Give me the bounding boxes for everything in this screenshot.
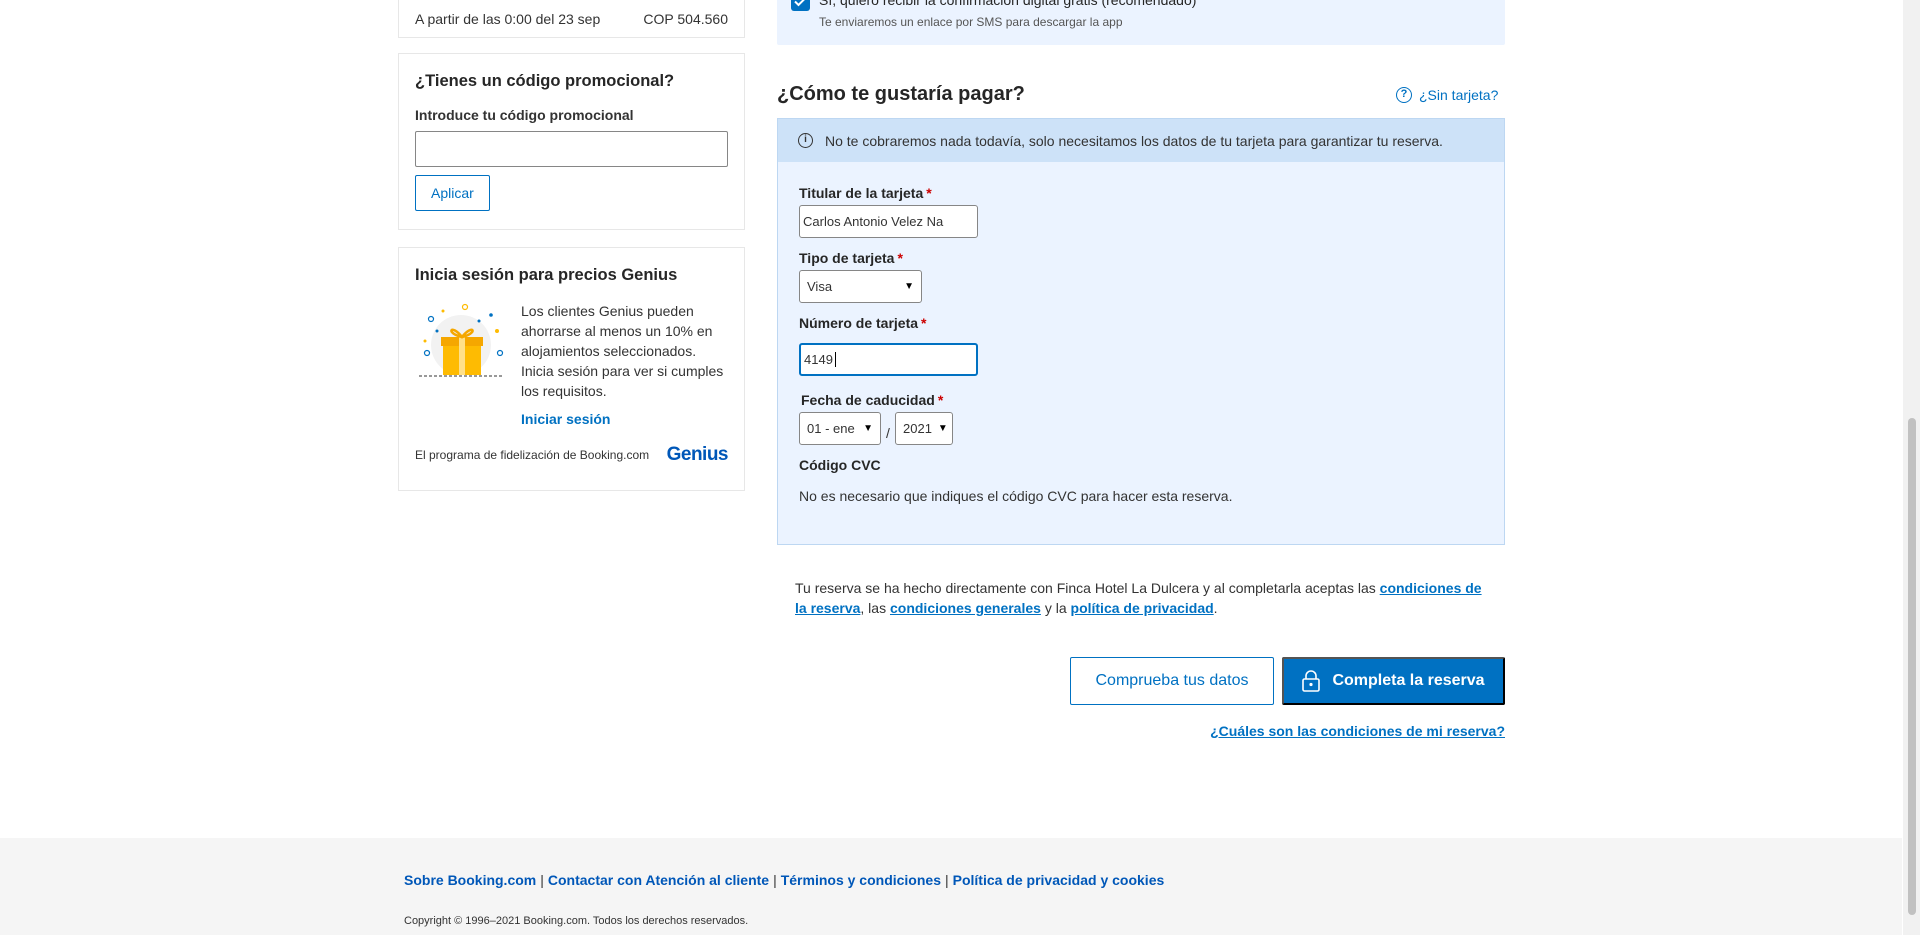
price-value: COP 504.560 [643, 10, 728, 27]
expiry-year-select[interactable]: 2021 ▼ [895, 412, 953, 445]
promo-title: ¿Tienes un código promocional? [415, 72, 675, 90]
genius-logo: Genius [666, 444, 729, 465]
scrollbar-thumb[interactable] [1908, 418, 1916, 915]
footer-link-contact[interactable]: Contactar con Atención al cliente [548, 872, 769, 888]
confirmation-panel: Sí, quiero recibir la confirmación digit… [777, 0, 1505, 45]
checkmark-icon [794, 0, 805, 7]
card-type-label: Tipo de tarjeta * [799, 250, 903, 266]
genius-program-text: El programa de fidelización de Booking.c… [415, 448, 650, 462]
card-holder-value: Carlos Antonio Velez Na [803, 214, 944, 229]
gift-icon [415, 301, 507, 381]
check-details-button[interactable]: Comprueba tus datos [1070, 657, 1274, 705]
complete-booking-label: Completa la reserva [1332, 672, 1485, 689]
payment-title: ¿Cómo te gustaría pagar? [777, 83, 1025, 105]
chevron-down-icon: ▼ [904, 281, 914, 292]
page-footer: Sobre Booking.com | Contactar con Atención… [0, 838, 1902, 935]
terms-text: Tu reserva se ha hecho directamente con … [795, 580, 1482, 616]
cvc-text: No es necesario que indiques el código C… [799, 488, 1233, 504]
payment-info-text: No te cobraremos nada todavía, solo nece… [825, 132, 1443, 149]
cvc-title: Código CVC [799, 457, 881, 473]
genius-title: Inicia sesión para precios Genius [415, 266, 678, 284]
payment-form: i No te cobraremos nada todavía, solo ne… [777, 118, 1505, 545]
text-caret [834, 352, 836, 367]
card-number-label: Número de tarjeta * [799, 315, 927, 331]
expiry-month-select[interactable]: 01 - ene ▼ [799, 412, 881, 445]
card-holder-input[interactable]: Carlos Antonio Velez Na [799, 205, 978, 238]
genius-description: Los clientes Genius pueden ahorrarse al … [521, 303, 724, 399]
price-label: A partir de las 0:00 del 23 sep [415, 10, 601, 27]
confirmation-checkbox[interactable] [791, 0, 810, 11]
booking-conditions-question-link[interactable]: ¿Cuáles son las condiciones de mi reserv… [1210, 723, 1505, 739]
promo-label: Introduce tu código promocional [415, 107, 634, 123]
privacy-policy-link[interactable]: política de privacidad [1071, 600, 1214, 616]
chevron-down-icon: ▼ [863, 423, 873, 434]
price-summary-line: A partir de las 0:00 del 23 sep COP 504.… [398, 0, 745, 38]
question-circle-icon: ? [1396, 87, 1412, 103]
lock-icon [1302, 670, 1321, 692]
card-holder-label: Titular de la tarjeta * [799, 185, 932, 201]
card-type-value: Visa [807, 279, 833, 294]
no-card-link[interactable]: ? ¿Sin tarjeta? [1396, 87, 1498, 103]
payment-info-banner: i No te cobraremos nada todavía, solo ne… [778, 119, 1504, 162]
genius-login-link[interactable]: Iniciar sesión [521, 409, 728, 429]
vertical-scrollbar[interactable] [1903, 0, 1920, 935]
info-circle-icon: i [798, 133, 813, 148]
sms-note: Te enviaremos un enlace por SMS para des… [819, 15, 1123, 29]
chevron-down-icon: ▼ [937, 423, 948, 434]
expiry-month-value: 01 - ene [807, 421, 855, 436]
card-type-select[interactable]: Visa ▼ [799, 270, 922, 303]
copyright-text: Copyright © 1996–2021 Booking.com. Todos… [404, 915, 749, 927]
promo-code-card: ¿Tienes un código promocional? Introduce… [398, 53, 745, 230]
apply-promo-button[interactable]: Aplicar [415, 175, 490, 211]
expiry-year-value: 2021 [903, 421, 932, 436]
card-number-value: 4149 [804, 352, 833, 367]
genius-footer: El programa de fidelización de Booking.c… [415, 444, 729, 466]
footer-links: Sobre Booking.com | Contactar con Atención… [404, 872, 1165, 888]
general-conditions-link[interactable]: condiciones generales [890, 600, 1041, 616]
card-number-input[interactable]: 4149 [799, 343, 978, 376]
genius-card: Inicia sesión para precios Genius Los cl… [398, 247, 745, 491]
footer-link-about[interactable]: Sobre Booking.com [404, 872, 536, 888]
genius-text-block: Los clientes Genius pueden ahorrarse al … [521, 301, 728, 429]
promo-code-input[interactable] [415, 131, 728, 167]
no-card-label: ¿Sin tarjeta? [1419, 87, 1499, 103]
confirmation-checkbox-label: Sí, quiero recibir la confirmación digit… [819, 0, 1197, 8]
expiry-label: Fecha de caducidad * [801, 392, 944, 408]
expiry-separator: / [886, 425, 890, 441]
footer-link-terms[interactable]: Términos y condiciones [781, 872, 941, 888]
complete-booking-button[interactable]: Completa la reserva [1282, 657, 1505, 705]
genius-body: Los clientes Genius pueden ahorrarse al … [415, 301, 728, 429]
booking-checkout-page: A partir de las 0:00 del 23 sep COP 504.… [0, 0, 1920, 935]
footer-link-privacy[interactable]: Política de privacidad y cookies [953, 872, 1165, 888]
